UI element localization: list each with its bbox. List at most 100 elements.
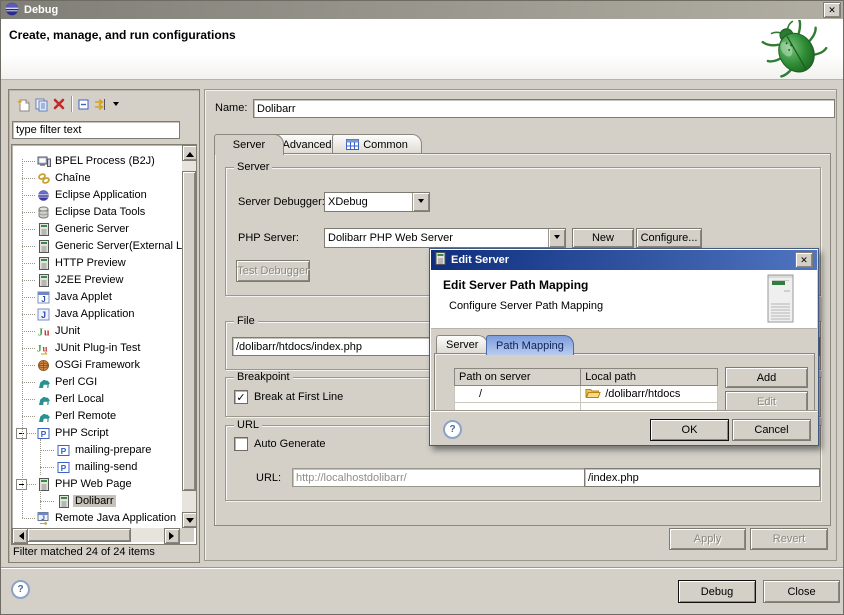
tree-item-java-application[interactable]: JJava Application	[12, 306, 180, 322]
tree-vertical-scrollbar[interactable]	[182, 145, 196, 528]
dialog-help-button[interactable]: ?	[443, 420, 462, 439]
url-path-input[interactable]: /index.php	[584, 468, 820, 487]
php-server-select[interactable]: Dolibarr PHP Web Server	[324, 228, 566, 248]
arrow-right-icon	[169, 532, 178, 540]
tab-path-mapping[interactable]: Path Mapping	[486, 335, 574, 355]
filter-input[interactable]: type filter text	[12, 121, 180, 139]
filter-menu-button[interactable]	[111, 96, 121, 113]
eclipse-app-icon	[36, 188, 51, 202]
tree-item-junit[interactable]: JuJUnit	[12, 323, 180, 339]
name-input[interactable]: Dolibarr	[253, 99, 835, 118]
delete-config-button[interactable]	[50, 96, 68, 113]
svg-text:✦: ✦	[16, 97, 24, 107]
path-mapping-table[interactable]: Path on serverLocal path / /dolibarr/htd…	[454, 368, 718, 412]
svg-text:u: u	[42, 343, 47, 353]
edit-server-titlebar[interactable]: Edit Server ✕	[431, 250, 817, 270]
column-header-local-path[interactable]: Local path	[581, 369, 718, 386]
collapse-all-button[interactable]	[75, 96, 93, 113]
file-group-title: File	[234, 315, 258, 327]
tab-common[interactable]: Common	[332, 134, 422, 154]
scroll-right-button[interactable]	[164, 528, 180, 544]
tree-item-generic-server-external-la[interactable]: Generic Server(External La	[12, 238, 180, 254]
table-icon	[346, 139, 359, 150]
svg-text:J: J	[41, 295, 45, 304]
dialog-header-banner: Create, manage, and run configurations	[1, 19, 844, 80]
tree-item-eclipse-application[interactable]: Eclipse Application	[12, 187, 180, 203]
server-icon	[36, 222, 51, 236]
scroll-left-button[interactable]	[12, 528, 28, 544]
chevron-down-icon[interactable]	[548, 229, 565, 247]
add-mapping-button[interactable]: Add	[725, 367, 808, 388]
ok-button[interactable]: OK	[650, 419, 729, 441]
tree-item-eclipse-data-tools[interactable]: Eclipse Data Tools	[12, 204, 180, 220]
tree-connector-line	[40, 439, 41, 475]
tree-item-java-applet[interactable]: JJava Applet	[12, 289, 180, 305]
debug-button[interactable]: Debug	[678, 580, 756, 603]
config-tree[interactable]: BPEL Process (B2J)ChaîneEclipse Applicat…	[11, 144, 197, 545]
tree-item-mailing-send[interactable]: Pmailing-send	[12, 459, 180, 475]
scroll-down-button[interactable]	[182, 512, 197, 528]
url-base-input[interactable]: http://localhostdolibarr/	[292, 468, 585, 487]
edit-mapping-button[interactable]: Edit	[725, 391, 808, 412]
tree-item-junit-plug-in-test[interactable]: JuJUnit Plug-in Test	[12, 340, 180, 356]
apply-button[interactable]: Apply	[669, 528, 746, 550]
filter-button[interactable]	[93, 96, 111, 113]
break-first-line-checkbox[interactable]: ✓	[234, 390, 248, 404]
tree-item-http-preview[interactable]: HTTP Preview	[12, 255, 180, 271]
server-icon	[56, 494, 71, 508]
edit-server-title: Edit Server	[451, 254, 509, 266]
database-icon	[36, 205, 51, 219]
revert-button[interactable]: Revert	[750, 528, 828, 550]
tree-item-remote-java-application[interactable]: JRemote Java Application	[12, 510, 180, 526]
window-title: Debug	[24, 4, 58, 16]
tree-item-dolibarr[interactable]: Dolibarr	[12, 493, 180, 509]
breakpoint-group-title: Breakpoint	[234, 371, 293, 383]
tree-item-osgi-framework[interactable]: OSGi Framework	[12, 357, 180, 373]
table-row[interactable]: / /dolibarr/htdocs	[455, 386, 718, 403]
perl-icon	[36, 392, 51, 406]
tree-item-perl-cgi[interactable]: Perl CGI	[12, 374, 180, 390]
vertical-scroll-thumb[interactable]	[182, 171, 196, 491]
help-button[interactable]: ?	[11, 580, 30, 599]
tree-item-perl-local[interactable]: Perl Local	[12, 391, 180, 407]
tab-dialog-server[interactable]: Server	[436, 335, 488, 354]
server-debugger-select[interactable]: XDebug	[324, 192, 430, 212]
horizontal-scroll-thumb[interactable]	[27, 528, 131, 542]
help-icon: ?	[17, 584, 23, 595]
cancel-button[interactable]: Cancel	[732, 419, 811, 441]
close-dialog-button[interactable]: ✕	[795, 252, 813, 268]
help-icon: ?	[449, 424, 455, 435]
configurations-toolbar: ✦	[10, 91, 196, 117]
tree-item-php-script[interactable]: PPHP Script	[12, 425, 180, 441]
column-header-path-on-server[interactable]: Path on server	[455, 369, 581, 386]
close-button[interactable]: Close	[763, 580, 840, 603]
auto-generate-checkbox[interactable]	[234, 437, 248, 451]
tree-item-bpel-process-b2j[interactable]: BPEL Process (B2J)	[12, 153, 180, 169]
footer-separator	[1, 567, 844, 569]
new-server-button[interactable]: New	[572, 228, 634, 248]
window-titlebar[interactable]: Debug ✕	[1, 1, 844, 19]
chevron-down-icon[interactable]	[412, 193, 429, 211]
configure-server-button[interactable]: Configure...	[636, 228, 702, 248]
arrow-up-icon	[186, 148, 194, 157]
tree-item-perl-remote[interactable]: Perl Remote	[12, 408, 180, 424]
new-config-button[interactable]: ✦	[14, 96, 32, 113]
duplicate-config-button[interactable]	[32, 96, 50, 113]
close-icon: ✕	[800, 255, 808, 266]
tree-item-j2ee-preview[interactable]: J2EE Preview	[12, 272, 180, 288]
tab-server[interactable]: Server	[214, 134, 284, 155]
tree-item-cha-ne[interactable]: Chaîne	[12, 170, 180, 186]
config-tabs: Server Advanced Common	[205, 134, 838, 154]
bug-image	[753, 20, 837, 81]
filter-input-value: type filter text	[16, 124, 81, 136]
tree-item-generic-server[interactable]: Generic Server	[12, 221, 180, 237]
tree-item-php-web-page[interactable]: PHP Web Page	[12, 476, 180, 492]
url-group-title: URL	[234, 419, 262, 431]
close-window-button[interactable]: ✕	[823, 2, 841, 18]
tree-horizontal-scrollbar[interactable]	[12, 528, 180, 542]
applet-icon: J	[36, 290, 51, 304]
tree-item-mailing-prepare[interactable]: Pmailing-prepare	[12, 442, 180, 458]
scroll-up-button[interactable]	[182, 145, 197, 161]
test-debugger-button[interactable]: Test Debugger	[236, 260, 310, 282]
tree-connector-line	[40, 490, 41, 509]
